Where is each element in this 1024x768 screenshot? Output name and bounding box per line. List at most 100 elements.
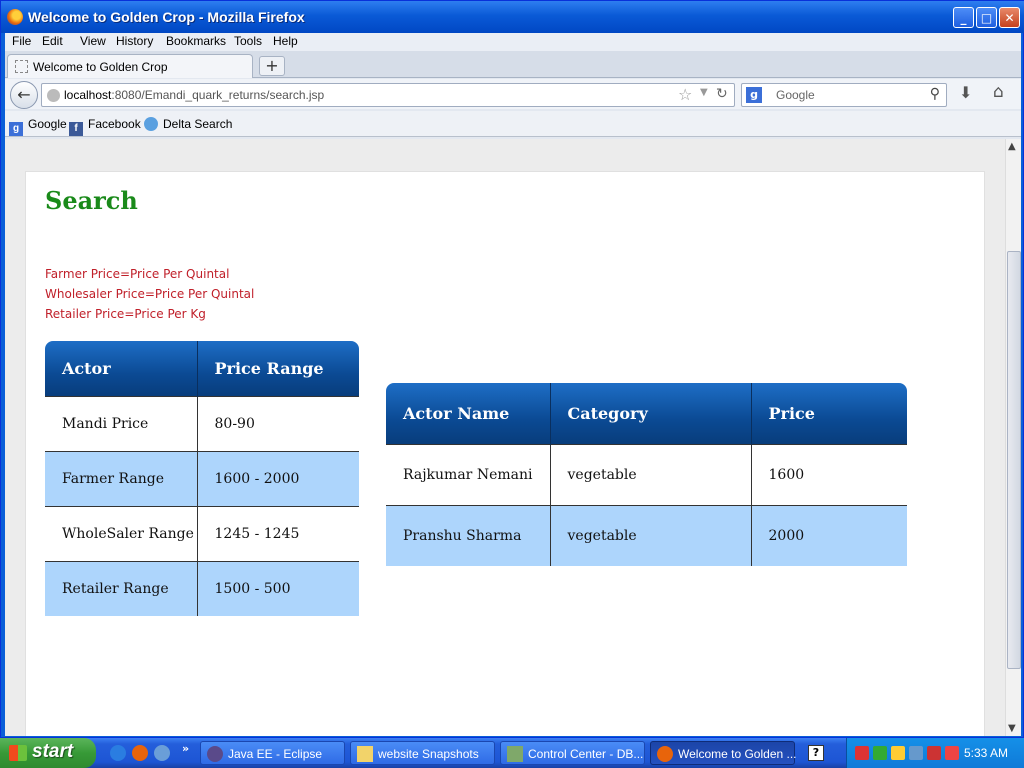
scroll-up-icon[interactable]: ▲ — [1008, 141, 1016, 152]
table-header-row: Actor Name Category Price — [386, 383, 907, 444]
bookmark-star-icon[interactable]: ☆ — [678, 85, 692, 104]
window-title: Welcome to Golden Crop - Mozilla Firefox — [28, 9, 305, 25]
table-row: WholeSaler Range 1245 - 1245 — [45, 505, 359, 561]
scrollbar-thumb[interactable] — [1007, 251, 1021, 669]
firefox-icon — [657, 746, 673, 762]
reload-icon[interactable]: ↻ — [716, 86, 728, 102]
scroll-down-icon[interactable]: ▼ — [1008, 723, 1016, 734]
taskbar: start » Java EE - Eclipse website Snapsh… — [0, 738, 1024, 768]
menu-help[interactable]: Help — [273, 34, 298, 48]
cell-price-range: 1600 - 2000 — [197, 450, 359, 506]
menu-edit[interactable]: Edit — [42, 34, 63, 48]
quicklaunch-more-icon[interactable]: » — [182, 742, 189, 755]
firefox-quicklaunch-icon[interactable] — [132, 745, 148, 761]
cell-price-range: 1245 - 1245 — [197, 505, 359, 561]
url-text[interactable]: localhost:8080/Emandi_quark_returns/sear… — [64, 88, 324, 102]
task-firefox[interactable]: Welcome to Golden ... — [650, 741, 797, 765]
search-engine-icon[interactable]: g — [746, 87, 762, 103]
network-icon[interactable] — [873, 746, 887, 760]
windows-logo-icon — [9, 745, 27, 761]
price-notes: Farmer Price=Price Per Quintal Wholesale… — [45, 264, 254, 324]
help-icon[interactable]: ? — [808, 745, 824, 761]
cell-actor: Farmer Range — [45, 450, 198, 506]
tab-active[interactable]: Welcome to Golden Crop — [7, 54, 253, 78]
url-bar[interactable]: localhost:8080/Emandi_quark_returns/sear… — [41, 83, 735, 107]
table-row: Mandi Price 80-90 — [45, 395, 359, 451]
folder-icon — [357, 746, 373, 762]
firefox-icon — [7, 9, 23, 25]
column-header-category: Category — [550, 383, 752, 444]
maximize-button[interactable]: □ — [976, 7, 997, 28]
navigation-toolbar: ← localhost:8080/Emandi_quark_returns/se… — [5, 79, 1021, 109]
cell-price-range: 1500 - 500 — [197, 560, 359, 616]
column-header-price: Price — [751, 383, 907, 444]
site-identity-icon[interactable] — [47, 89, 60, 102]
table-row: Rajkumar Nemani vegetable 1600 — [386, 443, 907, 505]
cell-actor-name: Rajkumar Nemani — [386, 443, 551, 505]
menu-history[interactable]: History — [116, 34, 153, 48]
minimize-button[interactable]: _ — [953, 7, 974, 28]
bookmark-google[interactable]: g Google — [9, 117, 67, 136]
page-title: Search — [45, 186, 138, 215]
page-viewport: Search Farmer Price=Price Per Quintal Wh… — [5, 139, 1005, 736]
column-header-price-range: Price Range — [197, 341, 359, 396]
history-dropdown-icon[interactable]: ▼ — [700, 87, 708, 98]
browser-chrome: File Edit View History Bookmarks Tools H… — [5, 33, 1021, 139]
menu-bookmarks[interactable]: Bookmarks — [166, 34, 226, 48]
search-input[interactable]: Google — [776, 88, 815, 102]
eclipse-icon — [207, 746, 223, 762]
content-card: Search Farmer Price=Price Per Quintal Wh… — [25, 171, 985, 736]
bookmark-delta-search[interactable]: Delta Search — [144, 117, 232, 131]
note-retailer: Retailer Price=Price Per Kg — [45, 307, 206, 321]
menu-bar: File Edit View History Bookmarks Tools H… — [5, 33, 1021, 51]
task-website-snapshots[interactable]: website Snapshots — [350, 741, 495, 765]
menu-tools[interactable]: Tools — [234, 34, 262, 48]
back-button[interactable]: ← — [10, 81, 38, 109]
task-control-center[interactable]: Control Center - DB... — [500, 741, 645, 765]
task-eclipse[interactable]: Java EE - Eclipse — [200, 741, 345, 765]
bookmark-facebook[interactable]: f Facebook — [69, 117, 141, 136]
home-icon[interactable]: ⌂ — [993, 82, 1004, 102]
tray-app-icon[interactable] — [891, 746, 905, 760]
clock[interactable]: 5:33 AM — [964, 746, 1008, 760]
close-button[interactable]: ✕ — [999, 7, 1020, 28]
cell-actor: WholeSaler Range — [45, 505, 198, 561]
ie-quicklaunch-icon[interactable] — [110, 745, 126, 761]
facebook-icon: f — [69, 122, 83, 136]
cell-price: 1600 — [751, 443, 907, 505]
start-label: start — [32, 741, 74, 762]
volume-icon[interactable] — [855, 746, 869, 760]
title-bar[interactable]: Welcome to Golden Crop - Mozilla Firefox… — [1, 1, 1024, 33]
cell-actor-name: Pranshu Sharma — [386, 504, 551, 566]
cell-category: vegetable — [550, 504, 752, 566]
price-range-table: Actor Price Range Mandi Price 80-90 Farm… — [45, 341, 359, 616]
table-row: Farmer Range 1600 - 2000 — [45, 450, 359, 506]
menu-view[interactable]: View — [80, 34, 106, 48]
search-icon[interactable]: ⚲ — [930, 86, 940, 102]
actor-price-table: Actor Name Category Price Rajkumar Neman… — [386, 383, 907, 566]
tab-label: Welcome to Golden Crop — [33, 60, 168, 74]
table-header-row: Actor Price Range — [45, 341, 359, 396]
new-tab-button[interactable]: + — [259, 56, 285, 76]
table-row: Pranshu Sharma vegetable 2000 — [386, 504, 907, 566]
column-header-actor-name: Actor Name — [386, 383, 551, 444]
app-quicklaunch-icon[interactable] — [154, 745, 170, 761]
browser-window: Welcome to Golden Crop - Mozilla Firefox… — [0, 0, 1024, 738]
cell-category: vegetable — [550, 443, 752, 505]
search-tray-icon[interactable] — [945, 746, 959, 760]
start-button[interactable]: start — [0, 738, 96, 768]
vertical-scrollbar[interactable]: ▲ ▼ — [1005, 139, 1021, 736]
security-shield-icon[interactable] — [927, 746, 941, 760]
downloads-icon[interactable]: ⬇ — [959, 83, 972, 102]
note-wholesaler: Wholesaler Price=Price Per Quintal — [45, 287, 255, 301]
monitor-icon[interactable] — [909, 746, 923, 760]
google-icon: g — [9, 122, 23, 136]
search-bar[interactable]: g Google ⚲ — [741, 83, 947, 107]
note-farmer: Farmer Price=Price Per Quintal — [45, 267, 230, 281]
menu-file[interactable]: File — [12, 34, 31, 48]
page-favicon-icon — [15, 60, 28, 73]
delta-search-icon — [144, 117, 158, 131]
cell-price-range: 80-90 — [197, 395, 359, 451]
cell-actor: Mandi Price — [45, 395, 198, 451]
cell-actor: Retailer Range — [45, 560, 198, 616]
